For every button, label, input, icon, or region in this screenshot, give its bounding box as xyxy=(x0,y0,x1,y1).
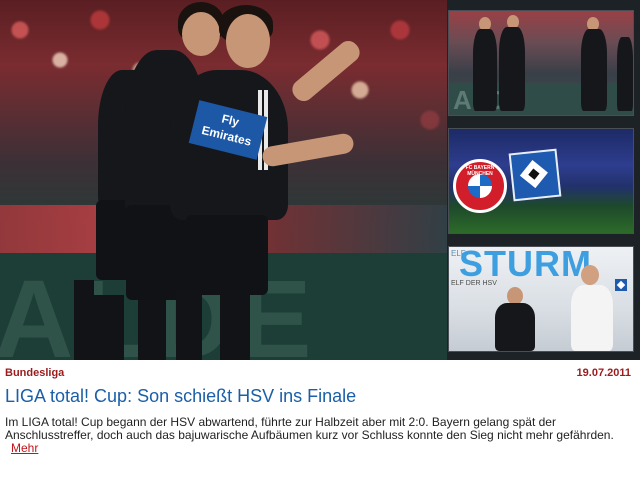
category-label: Bundesliga xyxy=(5,367,65,379)
article-teaser: Im LIGA total! Cup begann der HSV abwart… xyxy=(5,416,630,455)
thumbnail-celebration[interactable]: ALDE xyxy=(448,10,634,116)
more-link[interactable]: Mehr xyxy=(11,441,38,455)
news-teaser-widget: ALDE xyxy=(0,0,640,480)
bayern-logo-icon: FC BAYERN MÜNCHEN xyxy=(453,159,507,213)
hsv-logo-icon xyxy=(508,148,562,202)
teaser-text: Im LIGA total! Cup begann der HSV abwart… xyxy=(5,415,614,442)
hero-photo[interactable]: ALDE xyxy=(0,0,447,360)
thumb-subtitle: ELF DER HSV xyxy=(451,280,497,287)
thumbnail-sturm[interactable]: ELF STURM ELF DER HSV xyxy=(448,246,634,352)
hsv-badge-icon xyxy=(615,279,627,291)
article-date: 19.07.2011 xyxy=(576,367,631,379)
thumbnail-club-logos[interactable]: FC BAYERN MÜNCHEN xyxy=(448,128,634,234)
hero-area: ALDE xyxy=(0,0,640,360)
headline-link[interactable]: LIGA total! Cup: Son schießt HSV ins Fin… xyxy=(5,386,635,407)
